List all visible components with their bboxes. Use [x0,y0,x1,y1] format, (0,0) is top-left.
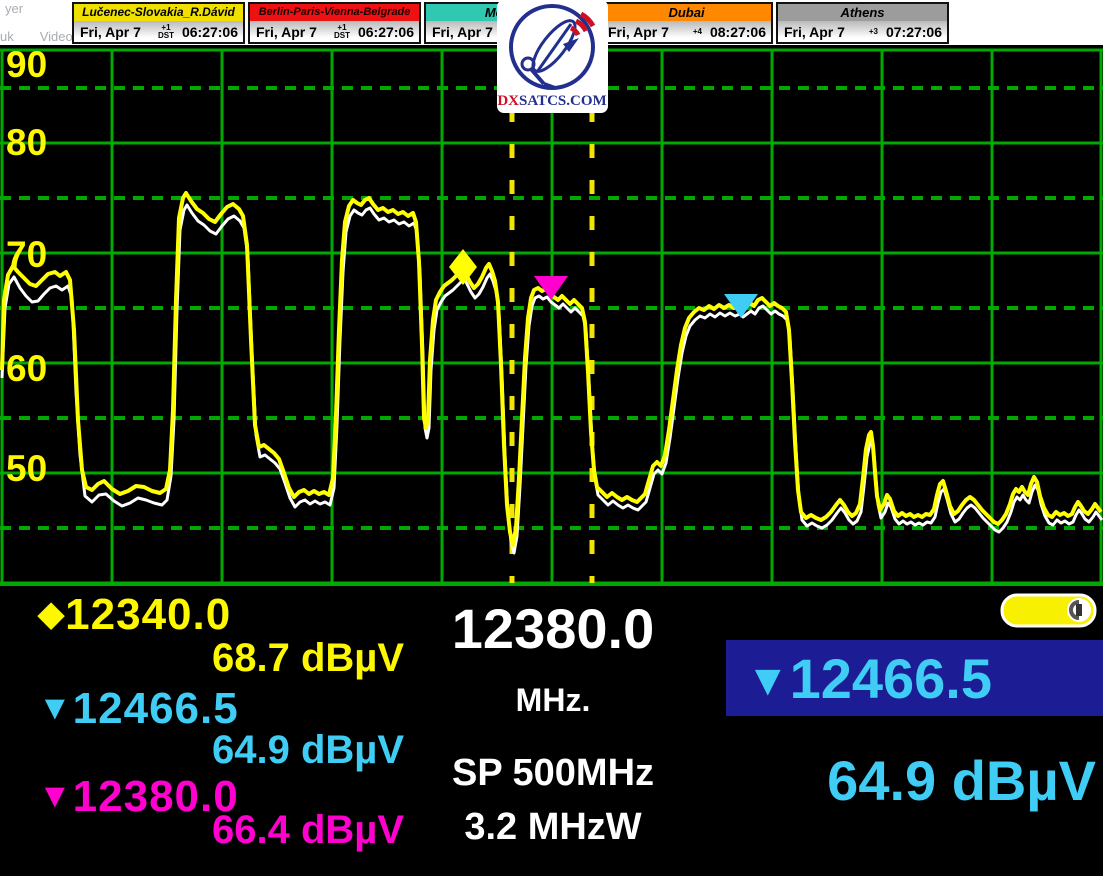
logo-satcs: SATCS.COM [519,93,607,109]
clock-utc-offset: +3 [869,28,878,36]
dxsatcs-logo: DXSATCS.COM [497,0,608,113]
triangle-marker-icon: ▼ [746,656,790,705]
clock-time: 06:27:06 [358,24,414,40]
clock-title: Lučenec-Slovakia_R.Dávid [74,4,243,21]
active-marker-panel: ▼12466.5 [726,640,1103,716]
svg-text:90: 90 [6,45,47,85]
svg-text:DXSATCS.COM: DXSATCS.COM [497,93,606,109]
spectrum-plot: 90 80 70 60 50 [0,45,1103,586]
clock-title: Athens [778,4,947,21]
clock-lucenec: Lučenec-Slovakia_R.Dávid Fri, Apr 7 +1DS… [72,2,245,44]
center-frequency: 12380.0 [403,596,703,661]
clock-utc-offset: +1DST [334,24,350,40]
bandwidth-readout: 3.2 MHzW [403,806,703,849]
svg-text:60: 60 [6,348,47,389]
triangle-marker-icon: ▼ [38,777,73,815]
diamond-marker-icon: ◆ [38,595,65,633]
clock-date: Fri, Apr 7 [784,24,845,40]
marker-c-level: 66.4 dBµV [212,808,404,853]
clock-utc-offset: +4 [693,28,702,36]
satellite-dish-icon: DXSATCS.COM [497,0,608,113]
marker-a-frequency: ◆12340.0 [38,590,231,640]
marker-c-frequency: ▼12380.0 [38,772,239,822]
menu-bar: uk Video [0,29,73,44]
logo-dx: DX [497,93,519,109]
clock-date: Fri, Apr 7 [608,24,669,40]
clock-time: 07:27:06 [886,24,942,40]
svg-text:80: 80 [6,122,47,163]
triangle-marker-icon: ▼ [38,689,73,727]
clock-time: 08:27:06 [710,24,766,40]
marker-b-level: 64.9 dBµV [212,728,404,773]
marker-a-level: 68.7 dBµV [212,636,404,681]
active-marker-frequency: ▼12466.5 [746,646,992,711]
clock-athens: Athens Fri, Apr 7 +3 07:27:06 [776,2,949,44]
svg-text:50: 50 [6,448,47,489]
clock-dubai: Dubai Fri, Apr 7 +4 08:27:06 [600,2,773,44]
frequency-unit: MHz. [403,682,703,719]
clock-title: Dubai [602,4,771,21]
clock-date: Fri, Apr 7 [256,24,317,40]
clock-utc-offset: +1DST [158,24,174,40]
menu-item-zvuk[interactable]: uk [0,29,14,44]
menu-partial-text: yer [5,1,23,16]
battery-icon [1000,593,1097,633]
active-marker-level: 64.9 dBµV [726,748,1096,813]
clock-title: Berlin-Paris-Vienna-Belgrade [250,4,419,21]
marker-b-frequency: ▼12466.5 [38,684,239,734]
menu-item-video[interactable]: Video [40,29,73,44]
clock-time: 06:27:06 [182,24,238,40]
clock-date: Fri, Apr 7 [80,24,141,40]
clock-date: Fri, Apr 7 [432,24,493,40]
span-readout: SP 500MHz [403,752,703,795]
clock-berlin: Berlin-Paris-Vienna-Belgrade Fri, Apr 7 … [248,2,421,44]
svg-text:70: 70 [6,234,47,275]
